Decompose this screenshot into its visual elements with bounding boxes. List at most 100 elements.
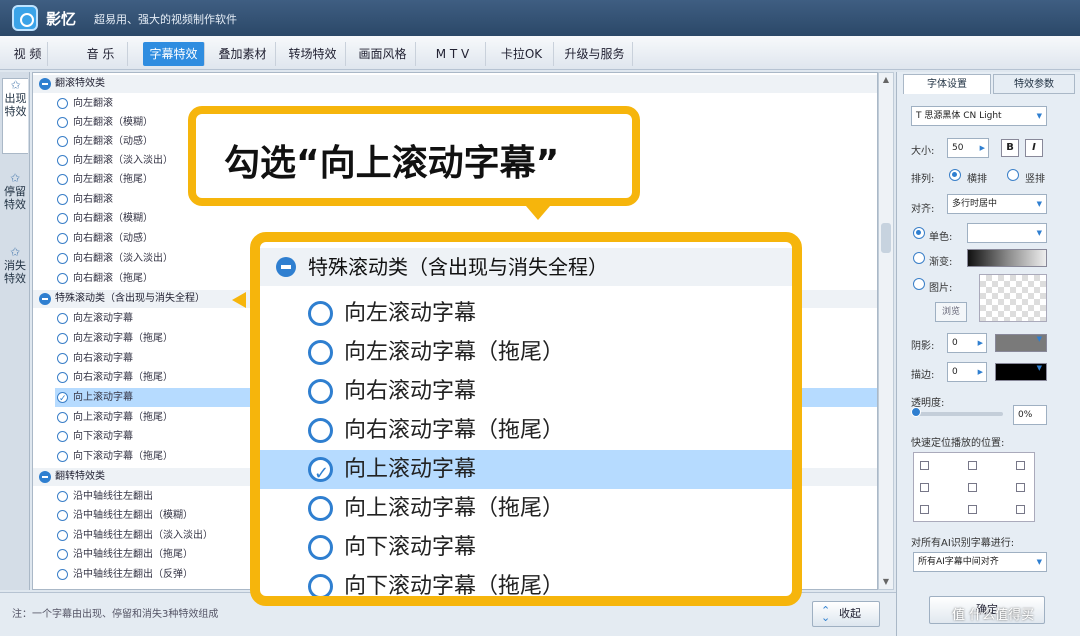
- opacity-value[interactable]: 0%: [1013, 405, 1047, 425]
- checked-radio-icon[interactable]: [57, 390, 68, 409]
- scroll-thumb[interactable]: [881, 223, 891, 253]
- ai-align-select[interactable]: 所有AI字幕中间对齐: [913, 552, 1047, 572]
- category-label: 特殊滚动类（含出现与消失全程）: [55, 293, 205, 304]
- collapse-button[interactable]: ⌃ ⌄ 收起: [812, 601, 880, 627]
- list-item[interactable]: 向右翻滚（模糊）: [55, 209, 877, 228]
- tab-subtitle-effects[interactable]: 字幕特效: [143, 42, 205, 66]
- font-select[interactable]: T 思源黑体 CN Light: [911, 106, 1047, 126]
- radio-icon[interactable]: [57, 530, 68, 541]
- radio-image[interactable]: [913, 278, 925, 290]
- position-cell[interactable]: [1016, 461, 1025, 470]
- position-cell[interactable]: [968, 483, 977, 492]
- item-label: 向左翻滚（淡入淡出）: [73, 155, 173, 166]
- radio-icon[interactable]: [57, 569, 68, 580]
- position-cell[interactable]: [920, 483, 929, 492]
- tab-transitions[interactable]: 转场特效: [280, 42, 346, 66]
- radio-vertical[interactable]: [1007, 169, 1019, 181]
- radio-icon[interactable]: [308, 340, 333, 365]
- zoom-list-item[interactable]: 向右滚动字幕: [260, 372, 792, 411]
- italic-button[interactable]: I: [1025, 139, 1043, 157]
- zoom-list-item[interactable]: 向下滚动字幕（拖尾）: [260, 567, 792, 596]
- browse-button[interactable]: 浏览: [935, 302, 967, 322]
- stroke-label: 描边:: [911, 370, 935, 381]
- shadow-stepper[interactable]: 0: [947, 333, 987, 353]
- zoom-list-item[interactable]: 向上滚动字幕（拖尾）: [260, 489, 792, 528]
- shadow-color-select[interactable]: [995, 334, 1047, 352]
- position-cell[interactable]: [968, 505, 977, 514]
- tab-karaoke[interactable]: 卡拉OK: [490, 42, 554, 66]
- radio-icon[interactable]: [57, 174, 68, 185]
- radio-icon[interactable]: [57, 333, 68, 344]
- tab-disappear-effects[interactable]: ✩ 消失特效: [2, 246, 28, 316]
- stroke-color-select[interactable]: [995, 363, 1047, 381]
- size-stepper[interactable]: 50: [947, 138, 989, 158]
- radio-icon[interactable]: [57, 431, 68, 442]
- scroll-down-icon[interactable]: ▼: [879, 575, 893, 589]
- category-header[interactable]: 翻滚特效类: [33, 75, 877, 93]
- radio-icon[interactable]: [57, 233, 68, 244]
- radio-icon[interactable]: [57, 273, 68, 284]
- radio-icon[interactable]: [57, 451, 68, 462]
- radio-icon[interactable]: [57, 313, 68, 324]
- zoom-list-item[interactable]: 向左滚动字幕: [260, 294, 792, 333]
- tab-video[interactable]: 视 频: [8, 42, 48, 66]
- gradient-select[interactable]: [967, 249, 1047, 267]
- checked-radio-icon[interactable]: [308, 454, 333, 493]
- radio-icon[interactable]: [57, 510, 68, 521]
- radio-icon[interactable]: [308, 535, 333, 560]
- radio-icon[interactable]: [57, 549, 68, 560]
- bold-button[interactable]: B: [1001, 139, 1019, 157]
- radio-horizontal[interactable]: [949, 169, 961, 181]
- radio-icon[interactable]: [57, 194, 68, 205]
- radio-icon[interactable]: [57, 412, 68, 423]
- tab-effect-params[interactable]: 特效参数: [993, 74, 1075, 94]
- radio-gradient[interactable]: [913, 252, 925, 264]
- opacity-slider[interactable]: [913, 412, 1003, 416]
- zoom-list-item[interactable]: 向右滚动字幕（拖尾）: [260, 411, 792, 450]
- tab-upgrade[interactable]: 升级与服务: [557, 42, 633, 66]
- tab-music[interactable]: 音 乐: [74, 42, 128, 66]
- position-cell[interactable]: [968, 461, 977, 470]
- zoom-list-item[interactable]: 向左滚动字幕（拖尾）: [260, 333, 792, 372]
- zoom-list-item-selected[interactable]: 向上滚动字幕: [260, 450, 792, 493]
- zoom-list-item[interactable]: 向下滚动字幕: [260, 528, 792, 567]
- collapse-icon[interactable]: [39, 78, 51, 90]
- radio-icon[interactable]: [308, 574, 333, 596]
- radio-icon[interactable]: [57, 372, 68, 383]
- instruction-callout: 勾选“向上滚动字幕”: [188, 106, 640, 206]
- zoom-category-header[interactable]: 特殊滚动类（含出现与消失全程）: [260, 248, 792, 286]
- position-cell[interactable]: [920, 505, 929, 514]
- radio-icon[interactable]: [308, 418, 333, 443]
- radio-icon[interactable]: [57, 98, 68, 109]
- radio-icon[interactable]: [57, 155, 68, 166]
- radio-icon[interactable]: [57, 213, 68, 224]
- radio-icon[interactable]: [308, 496, 333, 521]
- radio-icon[interactable]: [57, 117, 68, 128]
- tab-font-settings[interactable]: 字体设置: [903, 74, 991, 94]
- position-cell[interactable]: [920, 461, 929, 470]
- tab-stay-effects[interactable]: ✩ 停留特效: [2, 172, 28, 242]
- collapse-icon[interactable]: [276, 257, 296, 277]
- position-cell[interactable]: [1016, 483, 1025, 492]
- item-label: 沿中轴线往左翻出（模糊）: [73, 510, 193, 521]
- radio-solid-color[interactable]: [913, 227, 925, 239]
- radio-icon[interactable]: [57, 491, 68, 502]
- radio-icon[interactable]: [308, 379, 333, 404]
- collapse-icon[interactable]: [39, 471, 51, 483]
- stroke-stepper[interactable]: 0: [947, 362, 987, 382]
- collapse-icon[interactable]: [39, 293, 51, 305]
- position-cell[interactable]: [1016, 505, 1025, 514]
- list-scrollbar[interactable]: ▲ ▼: [878, 72, 894, 590]
- radio-icon[interactable]: [57, 353, 68, 364]
- radio-icon[interactable]: [308, 301, 333, 326]
- tab-appear-effects[interactable]: ✩ 出现特效: [2, 78, 28, 154]
- opacity-slider-handle[interactable]: [911, 407, 921, 417]
- scroll-up-icon[interactable]: ▲: [879, 73, 893, 87]
- tab-style[interactable]: 画面风格: [350, 42, 416, 66]
- solid-color-select[interactable]: [967, 223, 1047, 243]
- align-select[interactable]: 多行时居中: [947, 194, 1047, 214]
- tab-mtv[interactable]: M T V: [420, 42, 486, 66]
- radio-icon[interactable]: [57, 136, 68, 147]
- tab-overlay[interactable]: 叠加素材: [210, 42, 276, 66]
- radio-icon[interactable]: [57, 253, 68, 264]
